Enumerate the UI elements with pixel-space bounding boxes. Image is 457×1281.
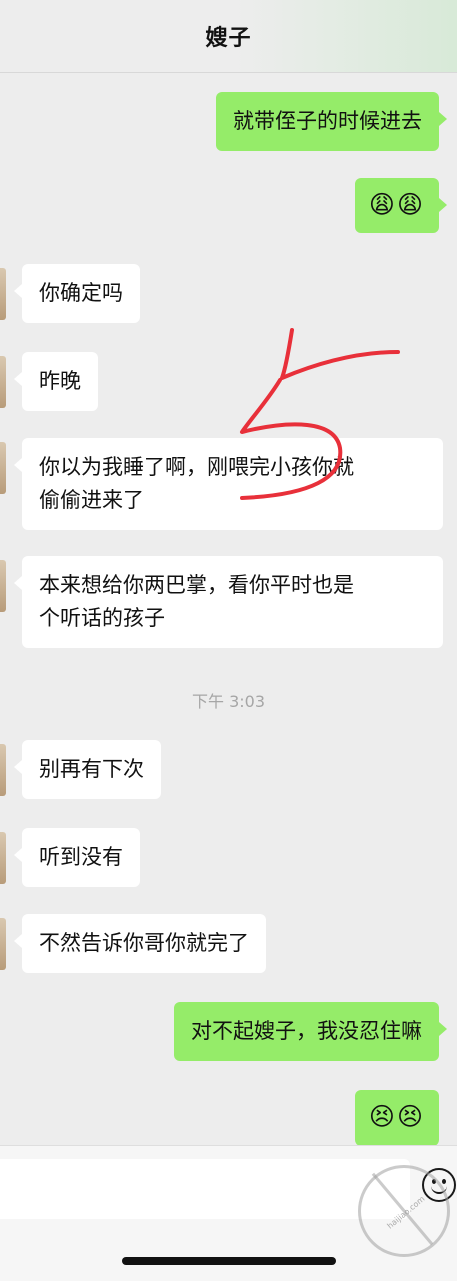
message-bubble[interactable]: 😣😣 xyxy=(354,1090,439,1146)
message-text: 你确定吗 xyxy=(39,281,123,305)
avatar[interactable] xyxy=(0,560,6,612)
message-text: 本来想给你两巴掌，看你平时也是 xyxy=(39,573,354,597)
header-decoration xyxy=(237,0,457,72)
message-bubble[interactable]: 别再有下次 xyxy=(14,740,161,799)
avatar[interactable] xyxy=(0,268,6,320)
message-bubble[interactable]: 你确定吗 xyxy=(14,264,140,323)
persevering-face-icon: 😣 xyxy=(368,1102,395,1131)
message-bubble[interactable]: 对不起嫂子，我没忍住嘛 xyxy=(174,1002,447,1061)
watermark-text: haijiao.com xyxy=(385,1194,427,1231)
annotation-stroke xyxy=(280,328,400,380)
message-text: 对不起嫂子，我没忍住嘛 xyxy=(191,1019,422,1043)
watermark-seal: haijiao.com xyxy=(358,1165,450,1257)
message-input[interactable] xyxy=(0,1159,410,1219)
message-bubble[interactable]: 本来想给你两巴掌，看你平时也是 个听话的孩子 xyxy=(14,556,443,648)
message-text: 偷偷进来了 xyxy=(39,488,144,512)
weary-face-icon: 😩 xyxy=(396,190,423,219)
message-text: 昨晚 xyxy=(39,369,81,393)
avatar[interactable] xyxy=(0,356,6,408)
message-bubble[interactable]: 昨晚 xyxy=(14,352,98,411)
message-bubble[interactable]: 听到没有 xyxy=(14,828,140,887)
message-bubble[interactable]: 就带侄子的时候进去 xyxy=(216,92,447,151)
message-bubble[interactable]: 😩😩 xyxy=(354,178,448,233)
message-text: 不然告诉你哥你就完了 xyxy=(39,931,249,955)
timestamp: 下午 3:03 xyxy=(191,692,266,711)
message-bubble[interactable]: 不然告诉你哥你就完了 xyxy=(14,914,266,973)
message-text: 你以为我睡了啊，刚喂完小孩你就 xyxy=(39,455,354,479)
weary-face-icon: 😩 xyxy=(368,190,395,219)
message-text: 听到没有 xyxy=(39,845,123,869)
message-text: 别再有下次 xyxy=(39,757,144,781)
message-bubble[interactable]: 你以为我睡了啊，刚喂完小孩你就 偷偷进来了 xyxy=(14,438,443,530)
persevering-face-icon: 😣 xyxy=(396,1102,423,1131)
avatar[interactable] xyxy=(0,744,6,796)
avatar[interactable] xyxy=(0,442,6,494)
chat-header: 嫂子 xyxy=(0,0,457,73)
home-indicator[interactable] xyxy=(122,1257,336,1265)
message-text: 就带侄子的时候进去 xyxy=(233,109,422,133)
avatar[interactable] xyxy=(0,832,6,884)
message-text: 个听话的孩子 xyxy=(39,606,165,630)
avatar[interactable] xyxy=(0,918,6,970)
